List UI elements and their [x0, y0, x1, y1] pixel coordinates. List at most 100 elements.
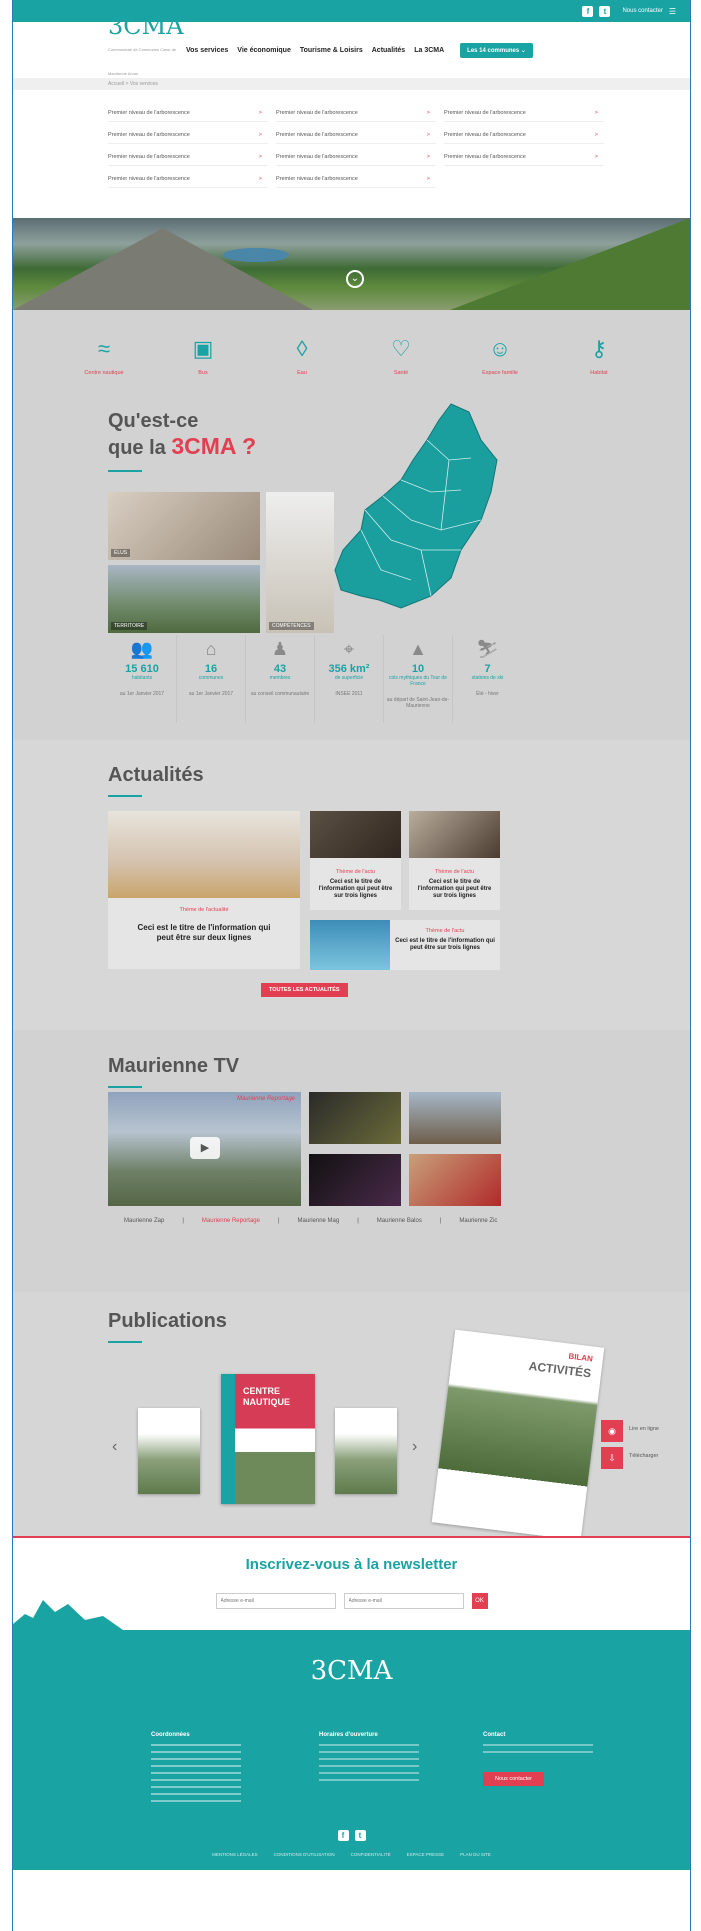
next-arrow-icon[interactable]: › — [412, 1438, 417, 1456]
footer: 3CMA Coordonnées Horaires d'ouverture Co… — [13, 1600, 690, 1870]
tv-thumbnail[interactable] — [309, 1154, 401, 1206]
service-label: Habitat — [590, 370, 608, 376]
footer-logo[interactable]: 3CMA — [13, 1656, 690, 1686]
footer-col-horaires: Horaires d'ouverture — [319, 1732, 378, 1738]
tab-separator: | — [182, 1218, 184, 1224]
village-icon: ⌂ — [205, 639, 217, 659]
play-icon[interactable]: ▶ — [190, 1137, 220, 1159]
photo-competences[interactable]: COMPÉTENCES — [266, 492, 334, 633]
header: 3CMA Communauté de Communes Cœur de Maur… — [13, 14, 690, 78]
eye-icon[interactable]: ◉ — [601, 1420, 623, 1442]
menu-icon[interactable]: ☰ — [669, 7, 676, 16]
tab-maurienne-reportage[interactable]: Maurienne Reportage — [202, 1218, 260, 1224]
about-section: Qu'est-ce que la 3CMA ? ÉLUS TERRITOIRE … — [13, 400, 690, 635]
tv-thumbnail[interactable] — [309, 1092, 401, 1144]
mega-menu-item-label: Premier niveau de l'arborescence — [276, 110, 358, 116]
mega-menu-item-label: Premier niveau de l'arborescence — [444, 154, 526, 160]
mega-menu-item[interactable]: Premier niveau de l'arborescence > — [444, 106, 604, 122]
publication-large-preview[interactable]: ACTIVITÉS BILAN — [431, 1329, 605, 1541]
mega-menu-item[interactable]: Premier niveau de l'arborescence > — [444, 150, 604, 166]
publication-thumbnail[interactable] — [335, 1408, 397, 1494]
stat-item: 👥 15 610 habitants au 1er Janvier 2017 — [108, 635, 177, 723]
mega-menu-item[interactable]: Premier niveau de l'arborescence > — [276, 128, 436, 144]
all-news-button[interactable]: TOUTES LES ACTUALITÉS — [261, 983, 348, 997]
chevron-right-icon: > — [594, 110, 598, 116]
photo-territoire[interactable]: TERRITOIRE — [108, 565, 260, 633]
mega-menu-item[interactable]: Premier niveau de l'arborescence > — [444, 128, 604, 144]
news-small-theme: Thème de l'actu — [435, 869, 474, 875]
chevron-right-icon: > — [258, 176, 262, 182]
tv-main-video[interactable]: Maurienne Reportage ▶ — [108, 1092, 301, 1206]
stat-label: communes — [198, 675, 224, 681]
about-title-line2: que la — [108, 437, 166, 459]
chevron-right-icon: > — [426, 110, 430, 116]
news-wide-image — [310, 920, 390, 970]
tv-thumbnail[interactable] — [409, 1092, 501, 1144]
nav-item-3cma[interactable]: La 3CMA — [414, 47, 444, 54]
logo[interactable]: 3CMA Communauté de Communes Cœur de Maur… — [108, 14, 184, 86]
contact-link[interactable]: Nous contacter — [622, 8, 662, 14]
service-shortcut[interactable]: ☺ Espace famille — [468, 335, 532, 400]
scroll-down-icon[interactable]: ⌄ — [346, 270, 364, 288]
service-label: Centre nautique — [84, 370, 124, 376]
tab-maurienne-balos[interactable]: Maurienne Balos — [377, 1218, 422, 1224]
stat-number: 356 km² — [328, 663, 370, 675]
nav-item-news[interactable]: Actualités — [372, 47, 405, 54]
mega-menu-item[interactable]: Premier niveau de l'arborescence > — [276, 172, 436, 188]
mega-menu-item[interactable]: Premier niveau de l'arborescence > — [276, 106, 436, 122]
mega-menu-item-label: Premier niveau de l'arborescence — [276, 154, 358, 160]
bus-icon: ▣ — [192, 336, 214, 361]
photo-elus[interactable]: ÉLUS — [108, 492, 260, 560]
service-shortcut[interactable]: ⚷ Habitat — [567, 335, 631, 400]
read-online-link[interactable]: Lire en ligne — [629, 1426, 659, 1432]
news-card-wide[interactable]: Thème de l'actu Ceci est le titre de l'i… — [310, 920, 500, 970]
nav-item-economy[interactable]: Vie économique — [237, 47, 291, 54]
publication-thumbnail[interactable] — [138, 1408, 200, 1494]
footer-link-legal[interactable]: MENTIONS LÉGALES — [212, 1852, 258, 1857]
chevron-right-icon: > — [594, 154, 598, 160]
tab-maurienne-zap[interactable]: Maurienne Zap — [124, 1218, 164, 1224]
service-shortcut[interactable]: ▣ Bus — [171, 335, 235, 400]
news-main-image — [108, 811, 300, 898]
tab-maurienne-mag[interactable]: Maurienne Mag — [298, 1218, 340, 1224]
tv-thumbnail[interactable] — [409, 1154, 501, 1206]
tab-maurienne-zic[interactable]: Maurienne Zic — [459, 1218, 497, 1224]
publications-title-block: Publications — [108, 1310, 227, 1343]
download-icon[interactable]: ⇩ — [601, 1447, 623, 1469]
nav-item-tourism[interactable]: Tourisme & Loisirs — [300, 47, 363, 54]
prev-arrow-icon[interactable]: ‹ — [112, 1438, 117, 1456]
mega-menu-item[interactable]: Premier niveau de l'arborescence > — [276, 150, 436, 166]
mega-menu-item[interactable]: Premier niveau de l'arborescence > — [108, 150, 268, 166]
footer-link-press[interactable]: ESPACE PRESSE — [407, 1852, 444, 1857]
nav-item-services[interactable]: Vos services — [186, 47, 228, 54]
footer-twitter-icon[interactable]: t — [354, 1830, 366, 1841]
lake — [223, 248, 289, 262]
publications-section: Publications ‹ CENTRE NAUTIQUE › ACTIVIT… — [13, 1292, 690, 1541]
news-card-small[interactable]: Thème de l'actu Ceci est le titre de l'i… — [310, 811, 401, 910]
publication-featured[interactable]: CENTRE NAUTIQUE — [221, 1374, 315, 1504]
footer-facebook-icon[interactable]: f — [337, 1830, 349, 1841]
mega-menu-item[interactable]: Premier niveau de l'arborescence > — [108, 172, 268, 188]
communes-button[interactable]: Les 14 communes ⌄ — [460, 42, 533, 58]
footer-link-sitemap[interactable]: PLAN DU SITE — [460, 1852, 491, 1857]
chevron-right-icon: > — [258, 154, 262, 160]
download-link[interactable]: Télécharger — [629, 1453, 658, 1459]
footer-link-conditions[interactable]: CONDITIONS D'UTILISATION — [274, 1852, 335, 1857]
service-shortcut[interactable]: ♡ Santé — [369, 335, 433, 400]
stat-date: au départ de Saint-Jean-de-Maurienne — [386, 697, 450, 709]
news-card-main[interactable]: Thème de l'actualité Ceci est le titre d… — [108, 811, 300, 969]
mega-menu-item[interactable]: Premier niveau de l'arborescence > — [108, 106, 268, 122]
facebook-icon[interactable]: f — [582, 5, 594, 17]
footer-contact-button[interactable]: Nous contacter — [483, 1772, 544, 1786]
service-shortcut[interactable]: ◊ Eau — [270, 335, 334, 400]
tv-title-block: Maurienne TV — [108, 1055, 239, 1088]
footer-link-privacy[interactable]: CONFIDENTIALITÉ — [351, 1852, 391, 1857]
tab-separator: | — [439, 1218, 442, 1224]
footer-contact-text — [483, 1744, 593, 1758]
service-shortcut[interactable]: ≈ Centre nautique — [72, 335, 136, 400]
photo-caption-competences: COMPÉTENCES — [269, 622, 314, 630]
twitter-icon[interactable]: t — [599, 5, 611, 17]
news-card-small[interactable]: Thème de l'actu Ceci est le titre de l'i… — [409, 811, 500, 910]
territory-map[interactable] — [331, 400, 501, 610]
mega-menu-item[interactable]: Premier niveau de l'arborescence > — [108, 128, 268, 144]
